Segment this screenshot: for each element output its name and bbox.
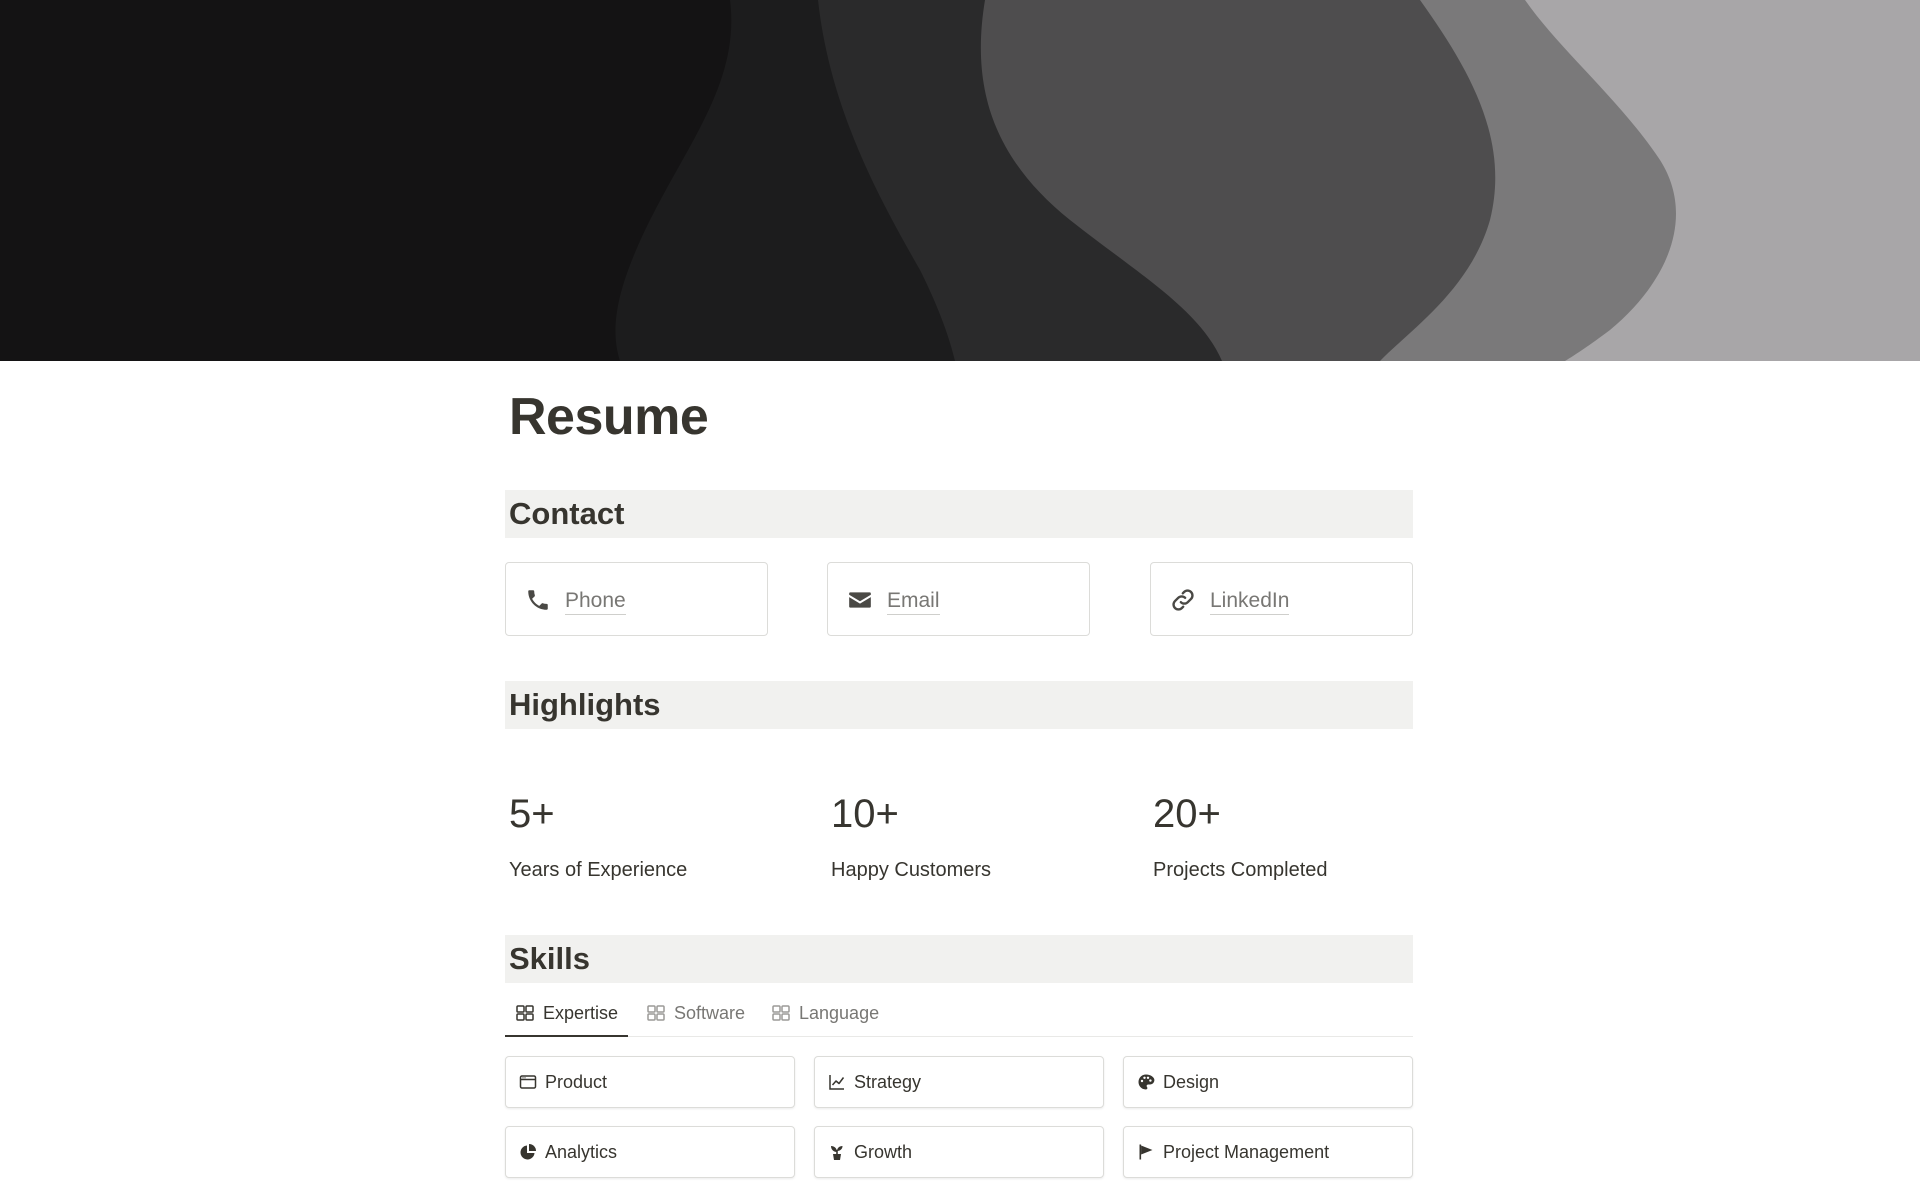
skill-label: Growth — [854, 1142, 913, 1162]
highlight-label[interactable]: Years of Experience — [509, 857, 687, 883]
contact-card-linkedin[interactable]: LinkedIn — [1150, 562, 1413, 636]
skill-card-analytics[interactable]: Analytics — [505, 1126, 795, 1178]
browser-window-icon — [519, 1075, 537, 1089]
contact-heading[interactable]: Contact — [505, 490, 1413, 538]
pie-chart-icon — [520, 1144, 536, 1160]
line-chart-icon — [829, 1075, 845, 1090]
gallery-view-icon — [647, 1005, 665, 1021]
skill-label: Strategy — [854, 1072, 922, 1092]
skill-card-product[interactable]: Product — [505, 1056, 795, 1108]
tab-language[interactable]: Language — [771, 991, 879, 1035]
tab-label: Software — [674, 1002, 746, 1023]
envelope-icon — [849, 592, 871, 608]
cover-abstract-waves — [0, 0, 1920, 361]
palette-icon — [1138, 1074, 1155, 1090]
phone-icon — [528, 590, 548, 610]
skills-heading[interactable]: Skills — [505, 935, 1413, 983]
tab-label: Expertise — [543, 1002, 619, 1023]
gallery-view-icon — [516, 1005, 534, 1021]
gallery-view-icon — [772, 1005, 790, 1021]
skill-card-project-management[interactable]: Project Management — [1123, 1126, 1413, 1178]
flag-icon — [1139, 1144, 1153, 1160]
contact-card-phone[interactable]: Phone — [505, 562, 768, 636]
sprout-icon — [831, 1146, 843, 1160]
tab-expertise[interactable]: Expertise — [505, 991, 629, 1037]
skill-card-growth[interactable]: Growth — [814, 1126, 1104, 1178]
highlight-value[interactable]: 20+ — [1153, 790, 1221, 838]
link-icon — [1172, 589, 1194, 611]
highlight-label[interactable]: Happy Customers — [831, 857, 991, 883]
skill-label: Design — [1163, 1072, 1220, 1092]
tab-label: Language — [799, 1002, 880, 1023]
page-title[interactable]: Resume — [509, 387, 709, 447]
skill-label: Analytics — [545, 1142, 618, 1162]
contact-label-email[interactable]: Email — [887, 588, 940, 615]
skill-label: Product — [545, 1072, 608, 1092]
highlight-value[interactable]: 10+ — [831, 790, 899, 838]
page-cover-image[interactable] — [0, 0, 1920, 361]
skill-card-design[interactable]: Design — [1123, 1056, 1413, 1108]
contact-label-phone[interactable]: Phone — [565, 588, 626, 615]
contact-card-email[interactable]: Email — [827, 562, 1090, 636]
skills-view-tabs: Expertise Software Language — [505, 991, 1413, 1037]
skill-card-strategy[interactable]: Strategy — [814, 1056, 1104, 1108]
highlight-value[interactable]: 5+ — [509, 790, 555, 838]
highlights-heading[interactable]: Highlights — [505, 681, 1413, 729]
contact-label-linkedin[interactable]: LinkedIn — [1210, 588, 1290, 615]
skill-label: Project Management — [1163, 1142, 1330, 1162]
highlight-label[interactable]: Projects Completed — [1153, 857, 1328, 883]
tab-software[interactable]: Software — [646, 991, 745, 1035]
